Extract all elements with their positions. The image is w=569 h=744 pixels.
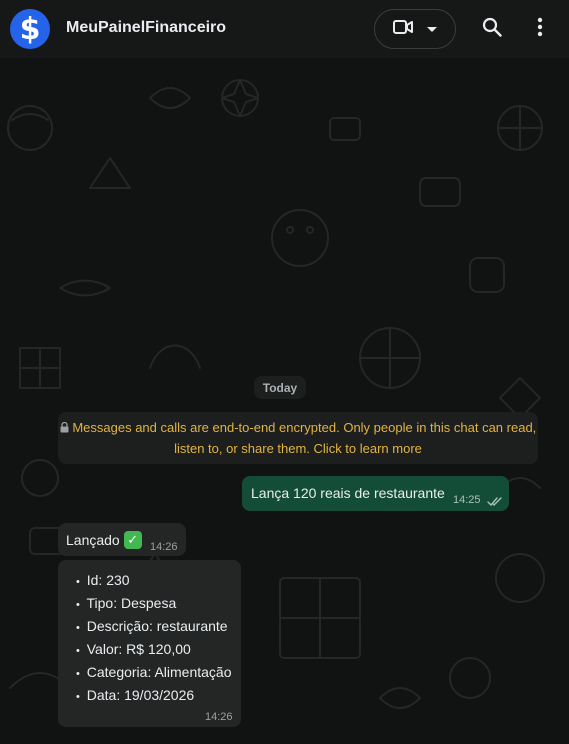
message-outgoing[interactable]: Lança 120 reais de restaurante 14:25	[242, 476, 509, 511]
message-time: 14:26	[150, 541, 178, 553]
date-divider: Today	[254, 376, 306, 399]
transaction-details-list: • Id: 230 • Tipo: Despesa • Descrição: r…	[76, 570, 232, 708]
lock-icon	[60, 420, 73, 435]
list-item: • Descrição: restaurante	[76, 618, 228, 634]
more-vert-icon	[537, 17, 543, 42]
list-item: • Id: 230	[76, 572, 130, 588]
message-incoming[interactable]: Lançado ✓ 14:26	[58, 523, 186, 556]
double-check-icon	[487, 494, 502, 510]
list-item: • Valor: R$ 120,00	[76, 641, 191, 657]
list-item: • Data: 19/03/2026	[76, 687, 195, 703]
message-time: 14:25	[453, 494, 481, 506]
contact-avatar[interactable]: $	[10, 9, 50, 49]
chevron-down-icon[interactable]	[427, 20, 437, 38]
video-call-button[interactable]	[374, 9, 456, 49]
message-incoming-details[interactable]: • Id: 230 • Tipo: Despesa • Descrição: r…	[58, 560, 241, 727]
message-time: 14:26	[205, 711, 233, 723]
contact-name[interactable]: MeuPainelFinanceiro	[66, 19, 226, 37]
chat-header: $ MeuPainelFinanceiro	[0, 0, 569, 58]
chat-area[interactable]: Today Messages and calls are end-to-end …	[0, 58, 569, 744]
search-icon	[482, 17, 502, 42]
list-item: • Categoria: Alimentação	[76, 664, 232, 680]
list-item: • Tipo: Despesa	[76, 595, 177, 611]
dollar-sign-icon: $	[19, 11, 41, 47]
search-button[interactable]	[477, 14, 507, 44]
message-text: Lança 120 reais de restaurante	[251, 485, 445, 501]
check-mark-button-icon: ✓	[123, 531, 142, 549]
video-call-icon	[393, 19, 413, 40]
encryption-notice-text: Messages and calls are end-to-end encryp…	[72, 420, 537, 456]
menu-button[interactable]	[525, 14, 555, 44]
encryption-notice[interactable]: Messages and calls are end-to-end encryp…	[58, 412, 538, 464]
message-text: Lançado	[66, 532, 120, 548]
